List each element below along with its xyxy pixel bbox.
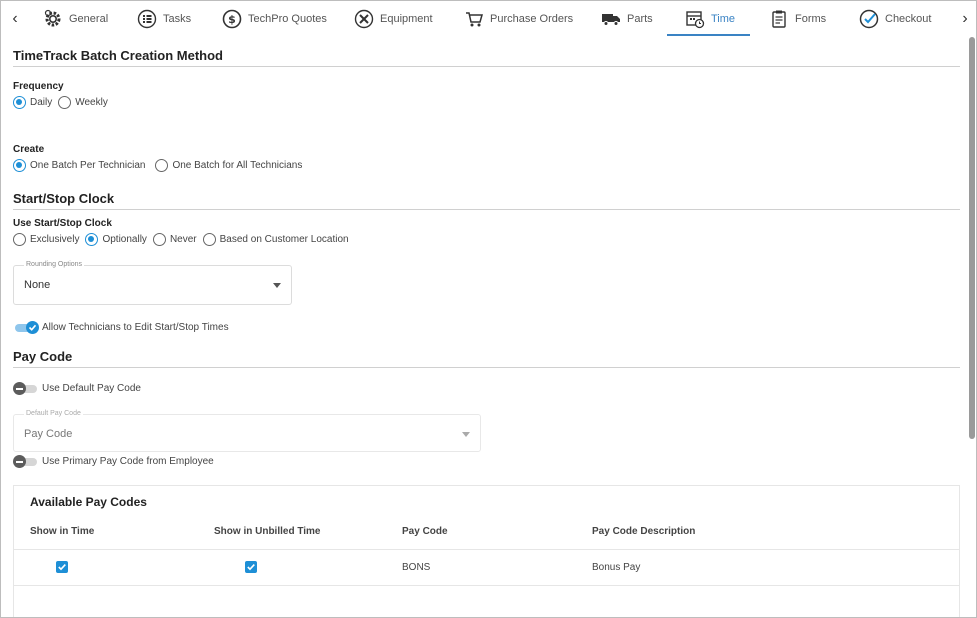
column-header-show-in-time: Show in Time (30, 526, 95, 537)
section-title-pay-code: Pay Code (13, 349, 73, 364)
tab-label: Checkout (885, 12, 932, 25)
radio-circle (152, 233, 166, 246)
pay-code-cell: BONS (402, 562, 431, 573)
create-radio-group: One Batch Per Technician One Batch for A… (13, 159, 308, 172)
tab-label: Tasks (163, 12, 192, 25)
radio-one-batch-per-technician[interactable]: One Batch Per Technician (13, 159, 145, 172)
allow-edit-times-toggle[interactable] (13, 321, 39, 334)
tab-label: Equipment (380, 12, 433, 25)
dollar-icon: $ (222, 9, 242, 29)
time-settings-window: ‹ General Tasks $ TechPro Quotes Equipme… (0, 0, 977, 618)
svg-text:$: $ (228, 13, 236, 26)
available-pay-codes-panel: Available Pay Codes Show in Time Show in… (13, 485, 960, 617)
vertical-scrollbar[interactable] (969, 37, 975, 439)
tab-scroll-right-button[interactable]: › (957, 9, 973, 29)
tab-equipment[interactable]: Equipment (354, 1, 433, 36)
default-pay-code-placeholder: Pay Code (24, 428, 73, 440)
radio-circle (58, 96, 72, 109)
use-primary-pay-code-label: Use Primary Pay Code from Employee (42, 456, 214, 467)
column-header-show-in-unbilled: Show in Unbilled Time (214, 526, 321, 537)
radio-exclusively[interactable]: Exclusively (13, 233, 79, 246)
use-clock-radio-group: Exclusively Optionally Never Based on Cu… (13, 233, 355, 246)
section-divider (13, 66, 960, 67)
calendar-clock-icon (685, 9, 705, 29)
radio-circle (202, 233, 216, 246)
row-divider (14, 549, 959, 550)
column-header-pay-code: Pay Code (402, 526, 448, 537)
check-icon (26, 321, 39, 334)
column-header-description: Pay Code Description (592, 526, 696, 537)
chevron-down-icon (462, 432, 470, 437)
tab-bar: ‹ General Tasks $ TechPro Quotes Equipme… (1, 1, 976, 37)
default-pay-code-select[interactable]: Default Pay Code Pay Code (13, 410, 481, 452)
radio-circle (155, 159, 169, 172)
radio-daily[interactable]: Daily (13, 96, 52, 109)
tab-tasks[interactable]: Tasks (137, 1, 191, 36)
allow-edit-times-toggle-row[interactable]: Allow Technicians to Edit Start/Stop Tim… (13, 321, 229, 334)
use-default-pay-code-toggle[interactable] (13, 382, 39, 395)
radio-circle (85, 233, 99, 246)
frequency-radio-group: Daily Weekly (13, 96, 114, 109)
tab-time[interactable]: Time (685, 1, 735, 36)
radio-circle (13, 96, 26, 109)
allow-edit-times-label: Allow Technicians to Edit Start/Stop Tim… (42, 322, 229, 333)
tab-label: Purchase Orders (490, 12, 574, 25)
radio-based-on-customer-location[interactable]: Based on Customer Location (202, 233, 349, 246)
use-default-pay-code-label: Use Default Pay Code (42, 383, 141, 394)
tab-purchase-orders[interactable]: Purchase Orders (464, 1, 573, 36)
frequency-label: Frequency (13, 81, 64, 92)
radio-circle (13, 159, 26, 172)
tab-forms[interactable]: Forms (769, 1, 826, 36)
pay-code-description-cell: Bonus Pay (592, 562, 641, 573)
tab-checkout[interactable]: Checkout (859, 1, 931, 36)
rounding-options-value: None (24, 279, 51, 291)
tab-label: Forms (795, 12, 827, 25)
tab-general[interactable]: General (43, 1, 108, 36)
check-icon (247, 564, 255, 571)
rounding-options-select[interactable]: Rounding Options None (13, 261, 292, 305)
tab-label: Time (711, 12, 736, 25)
create-label: Create (13, 144, 45, 155)
tab-label: Parts (627, 12, 653, 25)
chevron-down-icon (273, 283, 281, 288)
gear-icon (43, 9, 63, 29)
radio-circle (13, 233, 26, 246)
use-default-pay-code-toggle-row[interactable]: Use Default Pay Code (13, 382, 141, 395)
truck-icon (601, 9, 621, 29)
use-clock-label: Use Start/Stop Clock (13, 218, 112, 229)
radio-one-batch-all-technicians[interactable]: One Batch for All Technicians (155, 159, 302, 172)
tab-scroll-left-button[interactable]: ‹ (7, 9, 23, 29)
section-title-batch: TimeTrack Batch Creation Method (13, 48, 223, 63)
check-icon (58, 564, 66, 571)
tab-label: General (69, 12, 109, 25)
radio-never[interactable]: Never (152, 233, 197, 246)
radio-optionally[interactable]: Optionally (85, 233, 147, 246)
list-icon (137, 9, 157, 29)
use-primary-pay-code-toggle-row[interactable]: Use Primary Pay Code from Employee (13, 455, 214, 468)
section-divider (13, 367, 960, 368)
minus-icon (13, 455, 26, 468)
active-tab-indicator (667, 34, 750, 36)
default-pay-code-legend: Default Pay Code (24, 410, 83, 417)
cart-icon (464, 9, 484, 29)
show-in-unbilled-checkbox[interactable] (245, 561, 257, 573)
use-primary-pay-code-toggle[interactable] (13, 455, 39, 468)
available-pay-codes-title: Available Pay Codes (30, 495, 147, 509)
tab-techpro-quotes[interactable]: $ TechPro Quotes (222, 1, 327, 36)
clipboard-icon (769, 9, 789, 29)
tools-icon (354, 9, 374, 29)
section-divider (13, 209, 960, 210)
minus-icon (13, 382, 26, 395)
show-in-time-checkbox[interactable] (56, 561, 68, 573)
radio-weekly[interactable]: Weekly (58, 96, 108, 109)
section-title-clock: Start/Stop Clock (13, 191, 115, 206)
check-circle-icon (859, 9, 879, 29)
tab-parts[interactable]: Parts (601, 1, 653, 36)
rounding-options-legend: Rounding Options (24, 261, 85, 268)
settings-content: TimeTrack Batch Creation Method Frequenc… (13, 37, 961, 617)
tab-label: TechPro Quotes (248, 12, 327, 25)
row-divider (14, 585, 959, 586)
